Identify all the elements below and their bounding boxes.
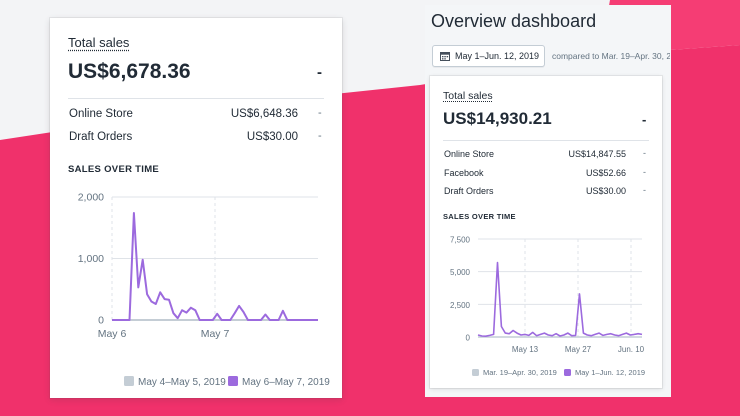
legend-swatch [228, 376, 238, 386]
y-tick-label: 1,000 [78, 253, 104, 265]
total-change: - [317, 64, 322, 81]
x-tick-label: May 27 [565, 345, 592, 354]
row-facebook-value: US$52.66 [585, 168, 626, 178]
total-sales-amount: US$6,678.36 [68, 60, 191, 83]
row-draft-orders-change: - [643, 185, 646, 195]
section-title: SALES OVER TIME [443, 212, 516, 221]
total-sales-card: Total sales US$6,678.36 - Online Store U… [50, 18, 342, 398]
row-facebook-change: - [643, 167, 646, 177]
series-line-current [477, 261, 643, 337]
date-range-button[interactable]: May 1–Jun. 12, 2019 [432, 45, 545, 67]
row-online-store-change: - [643, 148, 646, 158]
card-title[interactable]: Total sales [443, 90, 493, 102]
y-tick-label: 0 [98, 315, 104, 327]
page-title: Overview dashboard [431, 11, 597, 31]
legend-swatch [564, 369, 571, 376]
row-online-store-value: US$14,847.55 [568, 149, 626, 159]
row-draft-orders-label: Draft Orders [444, 186, 494, 196]
legend-swatch [472, 369, 479, 376]
legend-label: May 4–May 5, 2019 [138, 377, 226, 388]
section-title: SALES OVER TIME [68, 164, 160, 175]
row-draft-orders-value: US$30.00 [585, 186, 626, 196]
total-sales-amount: US$14,930.21 [443, 109, 552, 128]
total-sales-card-dashboard: Total sales US$14,930.21 - Online Store … [430, 76, 662, 388]
legend-swatch [124, 376, 134, 386]
row-draft-orders-label: Draft Orders [69, 131, 133, 143]
row-online-store-change: - [318, 107, 322, 119]
row-online-store-label: Online Store [444, 149, 495, 159]
comparison-text: compared to Mar. 19–Apr. 30, 2019 [552, 51, 670, 61]
y-tick-label: 2,000 [78, 192, 104, 204]
date-range-label: May 1–Jun. 12, 2019 [455, 51, 540, 61]
y-tick-label: 7,500 [450, 236, 471, 245]
legend-label: May 1–Jun. 12, 2019 [575, 368, 645, 377]
total-change: - [642, 112, 647, 127]
calendar-icon [440, 52, 450, 61]
x-tick-label: May 7 [201, 328, 230, 340]
sales-over-time-chart: 7,500 5,000 2,500 0 May 13 May 27 Jun. 10 Mar. … [450, 236, 645, 378]
row-draft-orders-value: US$30.00 [246, 131, 298, 143]
sales-over-time-chart: 2,000 1,000 0May 6 May 7 May 4–May 5, 2019 Ma… [78, 192, 331, 389]
divider [68, 98, 324, 99]
row-facebook-label: Facebook [444, 168, 484, 178]
y-tick-label: 2,500 [450, 301, 471, 310]
card-title[interactable]: Total sales [68, 35, 129, 50]
legend-label: May 6–May 7, 2019 [242, 377, 330, 388]
x-tick-label: May 6 [98, 328, 127, 340]
x-tick-label: Jun. 10 [618, 345, 645, 354]
row-draft-orders-change: - [318, 130, 322, 142]
divider [443, 140, 649, 141]
row-online-store-label: Online Store [69, 108, 133, 120]
y-tick-label: 5,000 [450, 268, 471, 277]
y-tick-label: 0 [466, 334, 471, 343]
x-tick-label: May 13 [512, 345, 539, 354]
row-online-store-value: US$6,648.36 [230, 108, 298, 120]
legend-label: Mar. 19–Apr. 30, 2019 [483, 368, 557, 377]
